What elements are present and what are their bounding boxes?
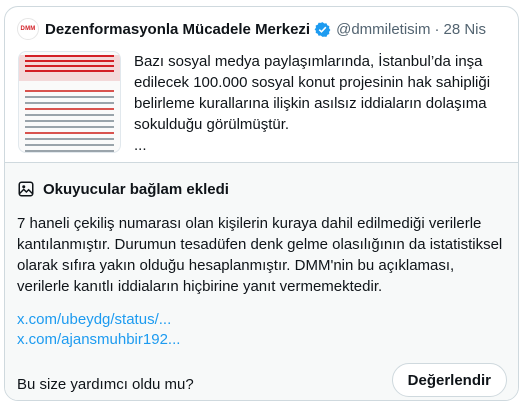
community-note-body: 7 haneli çekiliş numarası olan kişilerin… — [17, 215, 503, 295]
source-link-1[interactable]: x.com/ubeydg/status/... — [17, 310, 180, 330]
community-note-header: Okuyucular bağlam ekledi — [17, 180, 229, 198]
post-text: Bazı sosyal medya paylaşımlarında, İstan… — [134, 53, 491, 133]
image-icon — [18, 181, 34, 197]
community-note-title: Okuyucular bağlam ekledi — [43, 180, 229, 198]
quoted-post[interactable]: DMM Dezenformasyonla Mücadele Merkezi @d… — [5, 7, 518, 162]
quote-card[interactable]: DMM Dezenformasyonla Mücadele Merkezi @d… — [4, 6, 519, 401]
community-note-links: x.com/ubeydg/status/... x.com/ajansmuhbi… — [17, 310, 180, 350]
meta-separator: · — [434, 20, 440, 38]
community-note: Okuyucular bağlam ekledi 7 haneli çekili… — [5, 163, 518, 400]
avatar-logo-text: DMM — [20, 26, 36, 32]
source-link-2[interactable]: x.com/ajansmuhbir192... — [17, 330, 180, 350]
post-header: DMM Dezenformasyonla Mücadele Merkezi @d… — [17, 18, 486, 40]
verified-badge-icon — [314, 21, 331, 37]
post-text-block: Bazı sosyal medya paylaşımlarında, İstan… — [134, 51, 509, 156]
post-date[interactable]: 28 Nis — [444, 21, 487, 38]
author-name[interactable]: Dezenformasyonla Mücadele Merkezi — [45, 21, 310, 38]
author-avatar[interactable]: DMM — [17, 18, 39, 40]
thumbnail-text-lines — [19, 81, 120, 152]
rate-button[interactable]: Değerlendir — [391, 363, 507, 397]
helpful-question: Bu size yardımcı oldu mu? — [17, 376, 194, 393]
post-text-ellipsis: ... — [134, 137, 147, 154]
post-image-thumbnail[interactable] — [18, 51, 121, 153]
thumbnail-header-band — [19, 55, 120, 81]
author-handle[interactable]: @dmmiletisim — [336, 21, 430, 38]
